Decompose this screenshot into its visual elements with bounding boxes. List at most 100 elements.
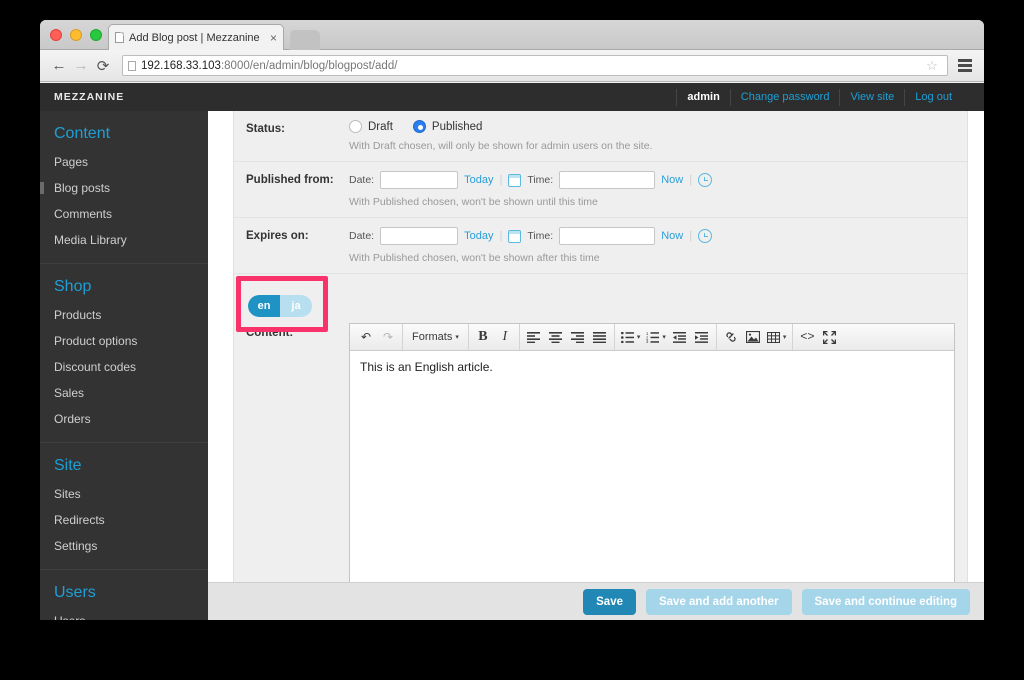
clock-icon[interactable] bbox=[698, 173, 713, 187]
bold-icon[interactable]: B bbox=[472, 327, 494, 348]
sidebar-item-product-options[interactable]: Product options bbox=[40, 328, 208, 354]
published-from-row: Published from: Date: Today | Time: Now bbox=[234, 162, 967, 218]
browser-tab[interactable]: Add Blog post | Mezzanine × bbox=[108, 24, 284, 50]
close-window-button[interactable] bbox=[50, 29, 62, 41]
scrollbar-gutter[interactable] bbox=[968, 139, 984, 620]
editor-content[interactable]: This is an English article. bbox=[350, 351, 954, 597]
published-from-now-link[interactable]: Now bbox=[661, 174, 683, 186]
language-tab-ja[interactable]: ja bbox=[280, 295, 312, 317]
align-left-icon[interactable] bbox=[523, 327, 545, 348]
url-path: :8000/en/admin/blog/blogpost/add/ bbox=[220, 59, 398, 72]
radio-published[interactable] bbox=[412, 120, 426, 133]
expires-on-today-link[interactable]: Today bbox=[464, 230, 493, 242]
sidebar-item-discount-codes[interactable]: Discount codes bbox=[40, 354, 208, 380]
change-password-link[interactable]: Change password bbox=[729, 88, 840, 106]
expires-on-time-input[interactable] bbox=[559, 227, 656, 245]
url-host: 192.168.33.103 bbox=[141, 59, 221, 72]
minimize-window-button[interactable] bbox=[70, 29, 82, 41]
sidebar-group-users: UsersUsersGroups bbox=[40, 570, 208, 620]
hamburger-menu-icon[interactable] bbox=[954, 59, 976, 72]
admin-user-bar: admin Change password View site Log out bbox=[208, 83, 984, 111]
back-arrow-icon[interactable]: ← bbox=[48, 57, 70, 74]
sidebar-item-sales[interactable]: Sales bbox=[40, 380, 208, 406]
chevron-down-icon: ▾ bbox=[662, 334, 666, 341]
expires-on-now-link[interactable]: Now bbox=[661, 230, 683, 242]
expires-on-label: Expires on: bbox=[246, 230, 309, 242]
content-row: Content: ↶ ↷ Formats ▾ B I ▾ 1 2 3 ▾ ▾ <… bbox=[234, 317, 967, 598]
link-icon[interactable] bbox=[720, 327, 742, 348]
forward-arrow-icon[interactable]: → bbox=[70, 57, 92, 74]
formats-dropdown[interactable]: Formats ▾ bbox=[406, 327, 465, 348]
align-right-icon[interactable] bbox=[567, 327, 589, 348]
bullet-list-icon[interactable]: ▾ bbox=[618, 327, 644, 348]
redo-icon[interactable]: ↷ bbox=[377, 327, 399, 348]
browser-toolbar: ← → ⟳ 192.168.33.103:8000/en/admin/blog/… bbox=[40, 50, 984, 82]
language-tab-en[interactable]: en bbox=[248, 295, 280, 317]
toolbar-group-insert: ▾ bbox=[715, 324, 793, 350]
sidebar-item-pages[interactable]: Pages bbox=[40, 149, 208, 175]
fullscreen-icon[interactable] bbox=[818, 327, 840, 348]
clock-icon[interactable] bbox=[698, 229, 713, 243]
form-actions-footer: Save Save and add another Save and conti… bbox=[208, 582, 984, 620]
sidebar-item-settings[interactable]: Settings bbox=[40, 533, 208, 559]
page-viewport: MEZZANINE Content Pages Blog posts Comments… bbox=[40, 83, 984, 620]
published-from-separator-1: | bbox=[499, 174, 503, 186]
table-icon[interactable]: ▾ bbox=[764, 327, 790, 348]
browser-window: Add Blog post | Mezzanine × ← → ⟳ 192.16… bbox=[40, 20, 984, 620]
save-button[interactable]: Save bbox=[583, 588, 636, 615]
italic-icon[interactable]: I bbox=[494, 327, 516, 348]
save-and-continue-editing-button[interactable]: Save and continue editing bbox=[801, 588, 970, 615]
save-and-add-another-button[interactable]: Save and add another bbox=[645, 588, 792, 615]
browser-tab-strip: Add Blog post | Mezzanine × bbox=[40, 20, 984, 50]
view-site-anchor[interactable]: View site bbox=[850, 91, 894, 103]
expires-on-help-text: With Published chosen, won't be shown af… bbox=[349, 252, 600, 264]
reload-icon[interactable]: ⟳ bbox=[92, 57, 114, 75]
brand-logo: MEZZANINE bbox=[40, 83, 208, 111]
language-tabs: en ja bbox=[248, 295, 312, 317]
image-icon[interactable] bbox=[742, 327, 764, 348]
sidebar-item-products[interactable]: Products bbox=[40, 302, 208, 328]
chevron-down-icon: ▾ bbox=[455, 334, 459, 341]
sidebar-item-orders[interactable]: Orders bbox=[40, 406, 208, 432]
align-justify-icon[interactable] bbox=[589, 327, 611, 348]
new-tab-button[interactable] bbox=[289, 30, 321, 50]
published-from-label: Published from: bbox=[246, 174, 334, 186]
radio-draft[interactable] bbox=[349, 120, 362, 133]
star-icon[interactable]: ☆ bbox=[922, 58, 942, 74]
numbered-list-icon[interactable]: 123 ▾ bbox=[643, 327, 669, 348]
window-traffic-lights bbox=[50, 29, 102, 41]
sidebar-item-media-library[interactable]: Media Library bbox=[40, 227, 208, 253]
close-icon[interactable]: × bbox=[266, 32, 277, 44]
sidebar-item-users[interactable]: Users bbox=[40, 608, 208, 620]
sidebar-group-title: Users bbox=[54, 584, 96, 601]
indent-icon[interactable] bbox=[691, 327, 713, 348]
toolbar-group-tools: <> bbox=[792, 324, 843, 350]
sidebar-group-content: Content Pages Blog posts Comments Media Libr… bbox=[40, 111, 208, 264]
published-from-date-label: Date: bbox=[349, 174, 375, 186]
status-help-text: With Draft chosen, will only be shown fo… bbox=[349, 140, 653, 152]
published-from-time-input[interactable] bbox=[559, 171, 656, 189]
sidebar-item-blog-posts[interactable]: Blog posts bbox=[40, 175, 208, 201]
align-center-icon[interactable] bbox=[545, 327, 567, 348]
log-out-link[interactable]: Log out bbox=[904, 88, 962, 106]
expires-on-field: Date: Today | Time: Now | With Published… bbox=[349, 227, 967, 264]
published-from-today-link[interactable]: Today bbox=[464, 174, 493, 186]
log-out-anchor[interactable]: Log out bbox=[915, 91, 952, 103]
expires-on-date-input[interactable] bbox=[380, 227, 459, 245]
view-site-link[interactable]: View site bbox=[839, 88, 904, 106]
change-password-anchor[interactable]: Change password bbox=[741, 91, 830, 103]
calendar-icon[interactable] bbox=[508, 173, 522, 187]
published-from-date-input[interactable] bbox=[380, 171, 459, 189]
calendar-icon[interactable] bbox=[508, 229, 522, 243]
sidebar-item-comments[interactable]: Comments bbox=[40, 201, 208, 227]
maximize-window-button[interactable] bbox=[90, 29, 102, 41]
blogpost-form: Status: Draft Published With Draft chose… bbox=[233, 111, 968, 620]
sidebar-item-sites[interactable]: Sites bbox=[40, 481, 208, 507]
source-code-icon[interactable]: <> bbox=[796, 327, 818, 348]
address-bar[interactable]: 192.168.33.103:8000/en/admin/blog/blogpo… bbox=[122, 55, 948, 76]
sidebar-item-redirects[interactable]: Redirects bbox=[40, 507, 208, 533]
expires-on-date-label: Date: bbox=[349, 230, 375, 242]
undo-icon[interactable]: ↶ bbox=[355, 327, 377, 348]
outdent-icon[interactable] bbox=[669, 327, 691, 348]
svg-text:3: 3 bbox=[646, 339, 649, 343]
